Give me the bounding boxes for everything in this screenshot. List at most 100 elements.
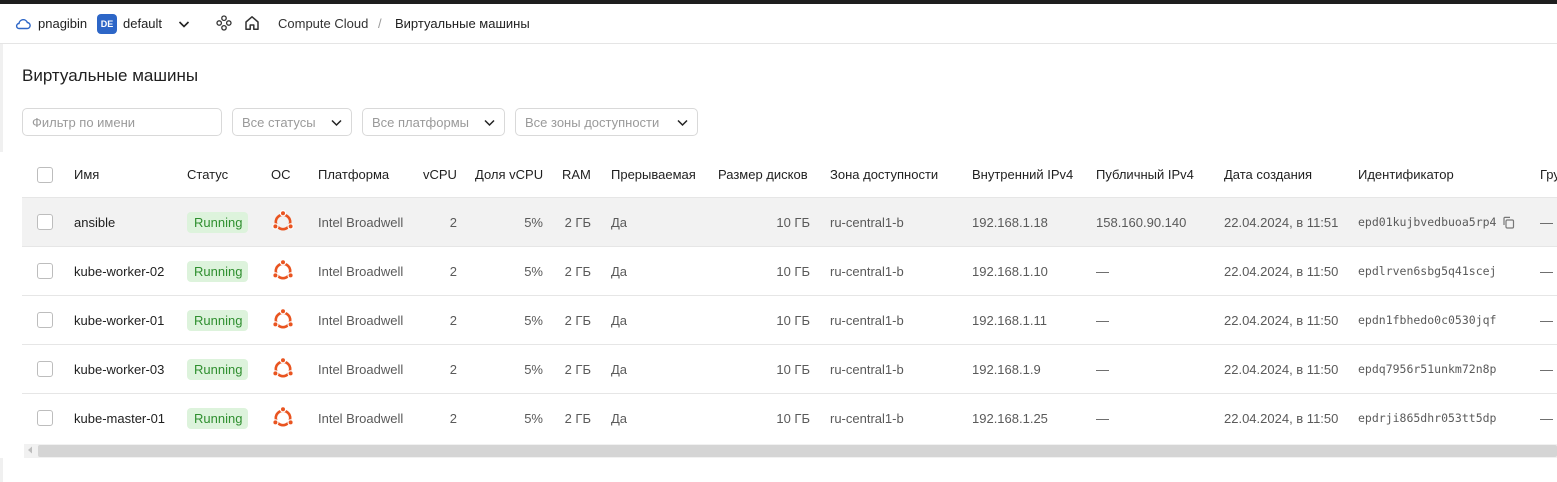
- select-all-checkbox[interactable]: [37, 166, 53, 183]
- col-ram[interactable]: RAM: [562, 152, 591, 197]
- chevron-down-icon: [677, 119, 688, 127]
- row-created: 22.04.2024, в 11:50: [1224, 361, 1339, 377]
- platform-filter-value: Все платформы: [372, 114, 469, 130]
- ubuntu-icon: [272, 259, 294, 280]
- row-created: 22.04.2024, в 11:50: [1224, 312, 1339, 328]
- table-row[interactable]: kube-worker-03 Running Intel Broadwell 2 5% 2…: [22, 344, 1557, 393]
- breadcrumb-service[interactable]: Compute Cloud: [278, 16, 368, 31]
- breadcrumb-current: Виртуальные машины: [395, 16, 530, 31]
- scroll-left-icon[interactable]: [27, 446, 33, 454]
- col-name[interactable]: Имя: [74, 152, 99, 197]
- folder-name[interactable]: default: [123, 16, 162, 31]
- col-zone[interactable]: Зона доступности: [830, 152, 938, 197]
- row-internal-ip: 192.168.1.25: [972, 410, 1048, 426]
- col-group[interactable]: Гру: [1540, 152, 1557, 197]
- row-checkbox[interactable]: [37, 214, 53, 230]
- table-row[interactable]: kube-worker-02 Running Intel Broadwell 2 5% 2…: [22, 246, 1557, 295]
- row-name[interactable]: kube-master-01: [74, 394, 165, 442]
- status-badge: Running: [187, 358, 249, 380]
- ubuntu-icon: [272, 210, 294, 231]
- col-cpu-share[interactable]: Доля vCPU: [475, 152, 543, 197]
- row-select-cell: [37, 345, 53, 393]
- row-disk: 10 ГБ: [776, 361, 810, 377]
- row-status: Running: [187, 198, 249, 246]
- col-status[interactable]: Статус: [187, 152, 228, 197]
- ubuntu-icon: [272, 308, 294, 329]
- status-badge: Running: [187, 309, 249, 331]
- row-internal-ip: 192.168.1.10: [972, 263, 1048, 279]
- row-public-ip: —: [1096, 410, 1109, 426]
- cloud-icon[interactable]: [15, 16, 31, 30]
- row-internal-ip: 192.168.1.18: [972, 214, 1048, 230]
- col-vcpu[interactable]: vCPU: [423, 152, 457, 197]
- row-id-value: epdq7956r51unkm72n8p: [1358, 362, 1497, 376]
- row-platform: Intel Broadwell: [318, 410, 404, 426]
- row-internal-ip: 192.168.1.11: [972, 312, 1047, 328]
- row-id: epdrji865dhr053tt5dp: [1358, 394, 1496, 442]
- row-checkbox[interactable]: [37, 312, 53, 328]
- row-checkbox[interactable]: [37, 410, 53, 426]
- row-platform: Intel Broadwell: [318, 214, 404, 230]
- row-group: —: [1540, 312, 1553, 328]
- row-id-value: epd01kujbvedbuoa5rp4: [1358, 215, 1497, 229]
- chevron-down-icon[interactable]: [177, 17, 191, 31]
- col-preemptible[interactable]: Прерываемая: [611, 152, 696, 197]
- row-name[interactable]: kube-worker-03: [74, 345, 164, 393]
- row-status: Running: [187, 345, 249, 393]
- row-os: [271, 296, 295, 344]
- status-badge: Running: [187, 407, 249, 429]
- row-created: 22.04.2024, в 11:51: [1224, 214, 1339, 230]
- row-status: Running: [187, 296, 249, 344]
- col-internal-ip[interactable]: Внутренний IPv4: [972, 152, 1073, 197]
- row-ram: 2 ГБ: [564, 214, 591, 230]
- row-disk: 10 ГБ: [776, 312, 810, 328]
- chevron-down-icon: [331, 119, 342, 127]
- zone-filter-select[interactable]: Все зоны доступности: [515, 108, 698, 136]
- row-status: Running: [187, 394, 249, 442]
- row-cpu-share: 5%: [524, 263, 543, 279]
- row-public-ip: 158.160.90.140: [1096, 214, 1187, 230]
- col-created[interactable]: Дата создания: [1224, 152, 1312, 197]
- table-body: ansible Running Intel Broadwell 2 5% 2 ГБ Да 10…: [22, 197, 1557, 442]
- table-row[interactable]: kube-master-01 Running Intel Broadwell 2 5% 2…: [22, 393, 1557, 442]
- row-group: —: [1540, 263, 1553, 279]
- copy-icon[interactable]: [1502, 216, 1515, 229]
- row-checkbox[interactable]: [37, 263, 53, 279]
- col-platform[interactable]: Платформа: [318, 152, 389, 197]
- status-badge: Running: [187, 211, 249, 233]
- table-header: Имя Статус ОС Платформа vCPU Доля vCPU R…: [22, 152, 1557, 197]
- row-id: epdlrven6sbg5q41scej: [1358, 247, 1496, 295]
- row-ram: 2 ГБ: [564, 410, 591, 426]
- row-ram: 2 ГБ: [564, 361, 591, 377]
- home-icon[interactable]: [243, 14, 261, 32]
- row-os: [271, 394, 295, 442]
- row-internal-ip: 192.168.1.9: [972, 361, 1041, 377]
- folder-badge[interactable]: DE: [97, 14, 117, 34]
- row-vcpu: 2: [449, 214, 457, 230]
- status-filter-select[interactable]: Все статусы: [232, 108, 352, 136]
- name-filter-input[interactable]: Фильтр по имени: [22, 108, 222, 136]
- status-badge: Running: [187, 260, 249, 282]
- col-id[interactable]: Идентификатор: [1358, 152, 1454, 197]
- col-os[interactable]: ОС: [271, 152, 291, 197]
- row-group: —: [1540, 361, 1553, 377]
- table-row[interactable]: kube-worker-01 Running Intel Broadwell 2 5% 2…: [22, 295, 1557, 344]
- table-row[interactable]: ansible Running Intel Broadwell 2 5% 2 ГБ Да 10…: [22, 197, 1557, 246]
- row-name[interactable]: ansible: [74, 198, 115, 246]
- col-public-ip[interactable]: Публичный IPv4: [1096, 152, 1194, 197]
- account-name[interactable]: pnagibin: [38, 16, 87, 31]
- col-disk[interactable]: Размер дисков: [718, 152, 808, 197]
- row-checkbox[interactable]: [37, 361, 53, 377]
- scrollbar-thumb[interactable]: [38, 445, 1557, 457]
- row-os: [271, 247, 295, 295]
- row-name[interactable]: kube-worker-02: [74, 247, 164, 295]
- row-cpu-share: 5%: [524, 361, 543, 377]
- services-icon[interactable]: [216, 15, 232, 31]
- name-filter-placeholder: Фильтр по имени: [32, 114, 136, 130]
- row-disk: 10 ГБ: [776, 410, 810, 426]
- row-preemptible: Да: [611, 410, 628, 426]
- row-public-ip: —: [1096, 312, 1109, 328]
- platform-filter-select[interactable]: Все платформы: [362, 108, 505, 136]
- row-disk: 10 ГБ: [776, 263, 810, 279]
- row-name[interactable]: kube-worker-01: [74, 296, 164, 344]
